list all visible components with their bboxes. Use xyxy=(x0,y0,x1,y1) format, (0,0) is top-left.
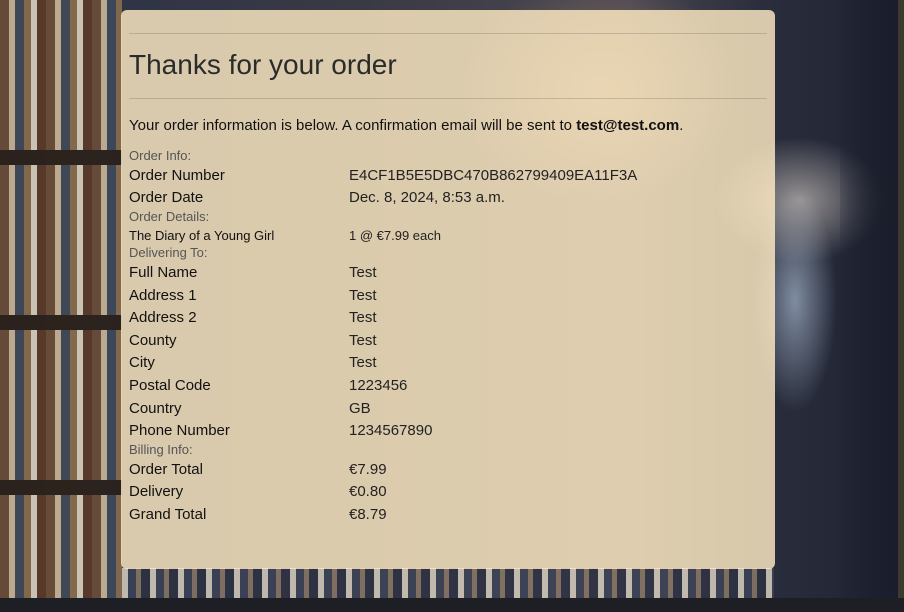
order-confirmation-card: Thanks for your order Your order informa… xyxy=(121,10,775,569)
section-label-billing-info: Billing Info: xyxy=(129,441,193,457)
info-row-order-number: Order Number E4CF1B5E5DBC470B862799409EA… xyxy=(129,164,767,187)
info-key: Address 1 xyxy=(129,286,197,304)
info-key: Full Name xyxy=(129,263,198,281)
info-value: €8.79 xyxy=(349,505,387,523)
delivery-row-postal-code: Postal Code 1223456 xyxy=(129,374,767,397)
item-quantity-price: 1 @ €7.99 each xyxy=(349,227,441,243)
section-label-delivering-to: Delivering To: xyxy=(129,245,208,261)
info-value: E4CF1B5E5DBC470B862799409EA11F3A xyxy=(349,166,638,184)
delivery-row-phone-number: Phone Number 1234567890 xyxy=(129,419,767,442)
order-line-item: The Diary of a Young Girl 1 @ €7.99 each xyxy=(129,225,767,245)
info-value: Dec. 8, 2024, 8:53 a.m. xyxy=(349,189,505,207)
delivery-row-county: County Test xyxy=(129,329,767,352)
delivery-row-country: Country GB xyxy=(129,397,767,420)
info-value: Test xyxy=(349,354,377,372)
divider-under-title xyxy=(129,98,767,99)
info-value: Test xyxy=(349,331,377,349)
info-key: Country xyxy=(129,399,182,417)
info-row-order-date: Order Date Dec. 8, 2024, 8:53 a.m. xyxy=(129,187,767,210)
delivery-row-full-name: Full Name Test xyxy=(129,261,767,284)
info-key: Phone Number xyxy=(129,422,230,440)
item-title: The Diary of a Young Girl xyxy=(129,227,275,243)
background-aisle-right xyxy=(840,0,898,598)
section-label-order-details: Order Details: xyxy=(129,209,210,225)
background-bookshelf-bottom xyxy=(122,568,774,598)
info-key: Order Date xyxy=(129,189,204,207)
intro-text: Your order information is below. A confi… xyxy=(129,117,577,134)
info-value: €7.99 xyxy=(349,460,387,478)
info-key: County xyxy=(129,331,177,349)
info-key: Address 2 xyxy=(129,309,197,327)
delivery-row-city: City Test xyxy=(129,352,767,375)
background-bookshelf-left xyxy=(0,0,122,598)
info-key: Grand Total xyxy=(129,505,207,523)
divider-top xyxy=(129,33,767,34)
billing-row-delivery: Delivery €0.80 xyxy=(129,481,767,504)
intro-suffix: . xyxy=(679,117,684,134)
info-value: Test xyxy=(349,263,377,281)
info-key: Order Total xyxy=(129,460,203,478)
confirmation-email: test@test.com xyxy=(576,117,680,134)
section-label-order-info: Order Info: xyxy=(129,148,192,163)
billing-row-order-total: Order Total €7.99 xyxy=(129,458,767,481)
info-value: €0.80 xyxy=(349,483,387,501)
info-key: City xyxy=(129,354,155,372)
footer-bar xyxy=(0,598,904,612)
intro-message: Your order information is below. A confi… xyxy=(129,117,767,135)
info-key: Postal Code xyxy=(129,376,211,394)
info-key: Order Number xyxy=(129,166,225,184)
info-value: GB xyxy=(349,399,371,417)
delivery-row-address-1: Address 1 Test xyxy=(129,284,767,307)
info-value: 1234567890 xyxy=(349,422,433,440)
info-value: 1223456 xyxy=(349,376,408,394)
page-title: Thanks for your order xyxy=(129,49,397,80)
billing-row-grand-total: Grand Total €8.79 xyxy=(129,503,767,526)
delivery-row-address-2: Address 2 Test xyxy=(129,306,767,329)
info-value: Test xyxy=(349,309,377,327)
window-edge xyxy=(898,0,904,598)
info-key: Delivery xyxy=(129,483,184,501)
info-value: Test xyxy=(349,286,377,304)
